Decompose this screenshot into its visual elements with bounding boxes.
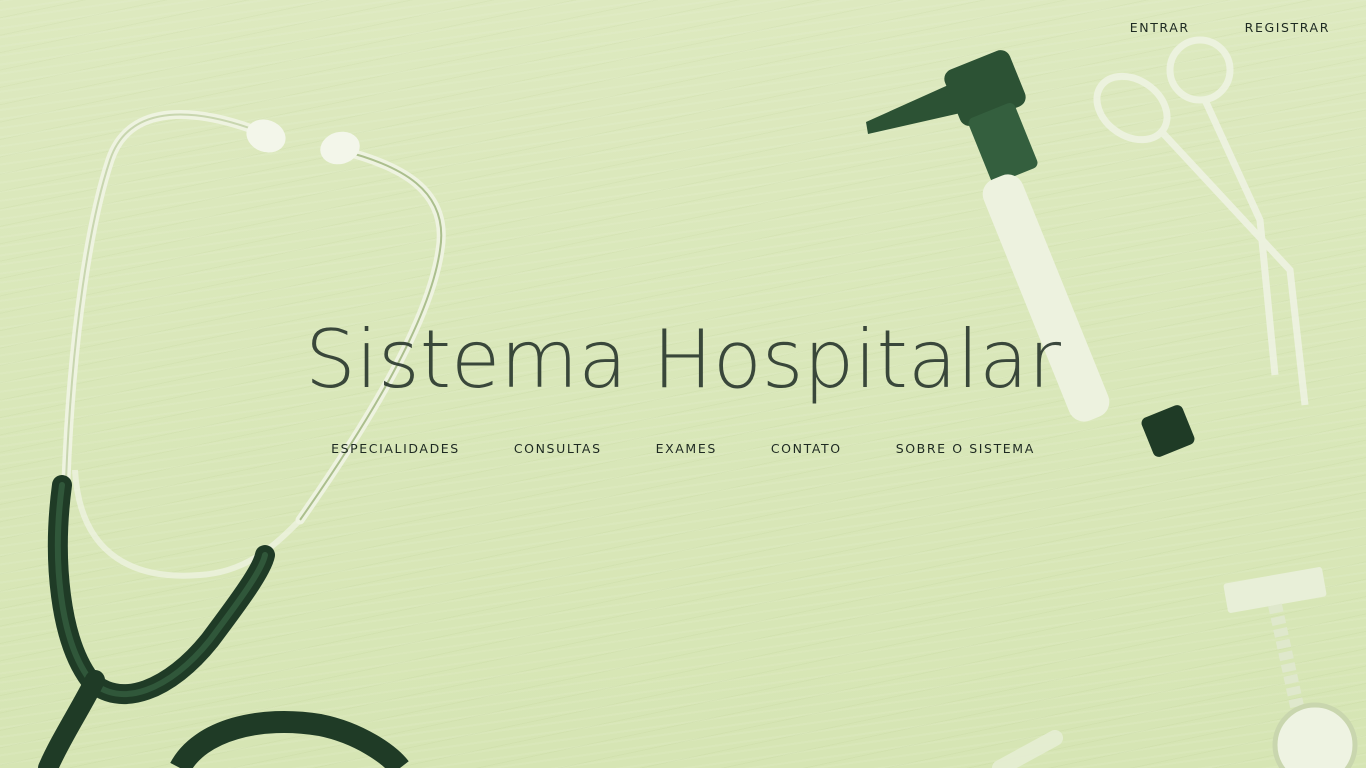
page-title: Sistema Hospitalar bbox=[305, 313, 1061, 406]
main-nav: ESPECIALIDADES CONSULTAS EXAMES CONTATO … bbox=[0, 441, 1366, 456]
nav-contato[interactable]: CONTATO bbox=[771, 441, 842, 456]
top-nav: ENTRAR REGISTRAR bbox=[1130, 20, 1330, 35]
nav-especialidades[interactable]: ESPECIALIDADES bbox=[331, 441, 460, 456]
register-link[interactable]: REGISTRAR bbox=[1245, 20, 1330, 35]
fob-watch-icon bbox=[1223, 567, 1358, 768]
nav-consultas[interactable]: CONSULTAS bbox=[514, 441, 602, 456]
hero-background: ENTRAR REGISTRAR Sistema Hospitalar ESPE… bbox=[0, 0, 1366, 768]
login-link[interactable]: ENTRAR bbox=[1130, 20, 1190, 35]
nav-sobre-o-sistema[interactable]: SOBRE O SISTEMA bbox=[896, 441, 1035, 456]
nav-exames[interactable]: EXAMES bbox=[656, 441, 717, 456]
